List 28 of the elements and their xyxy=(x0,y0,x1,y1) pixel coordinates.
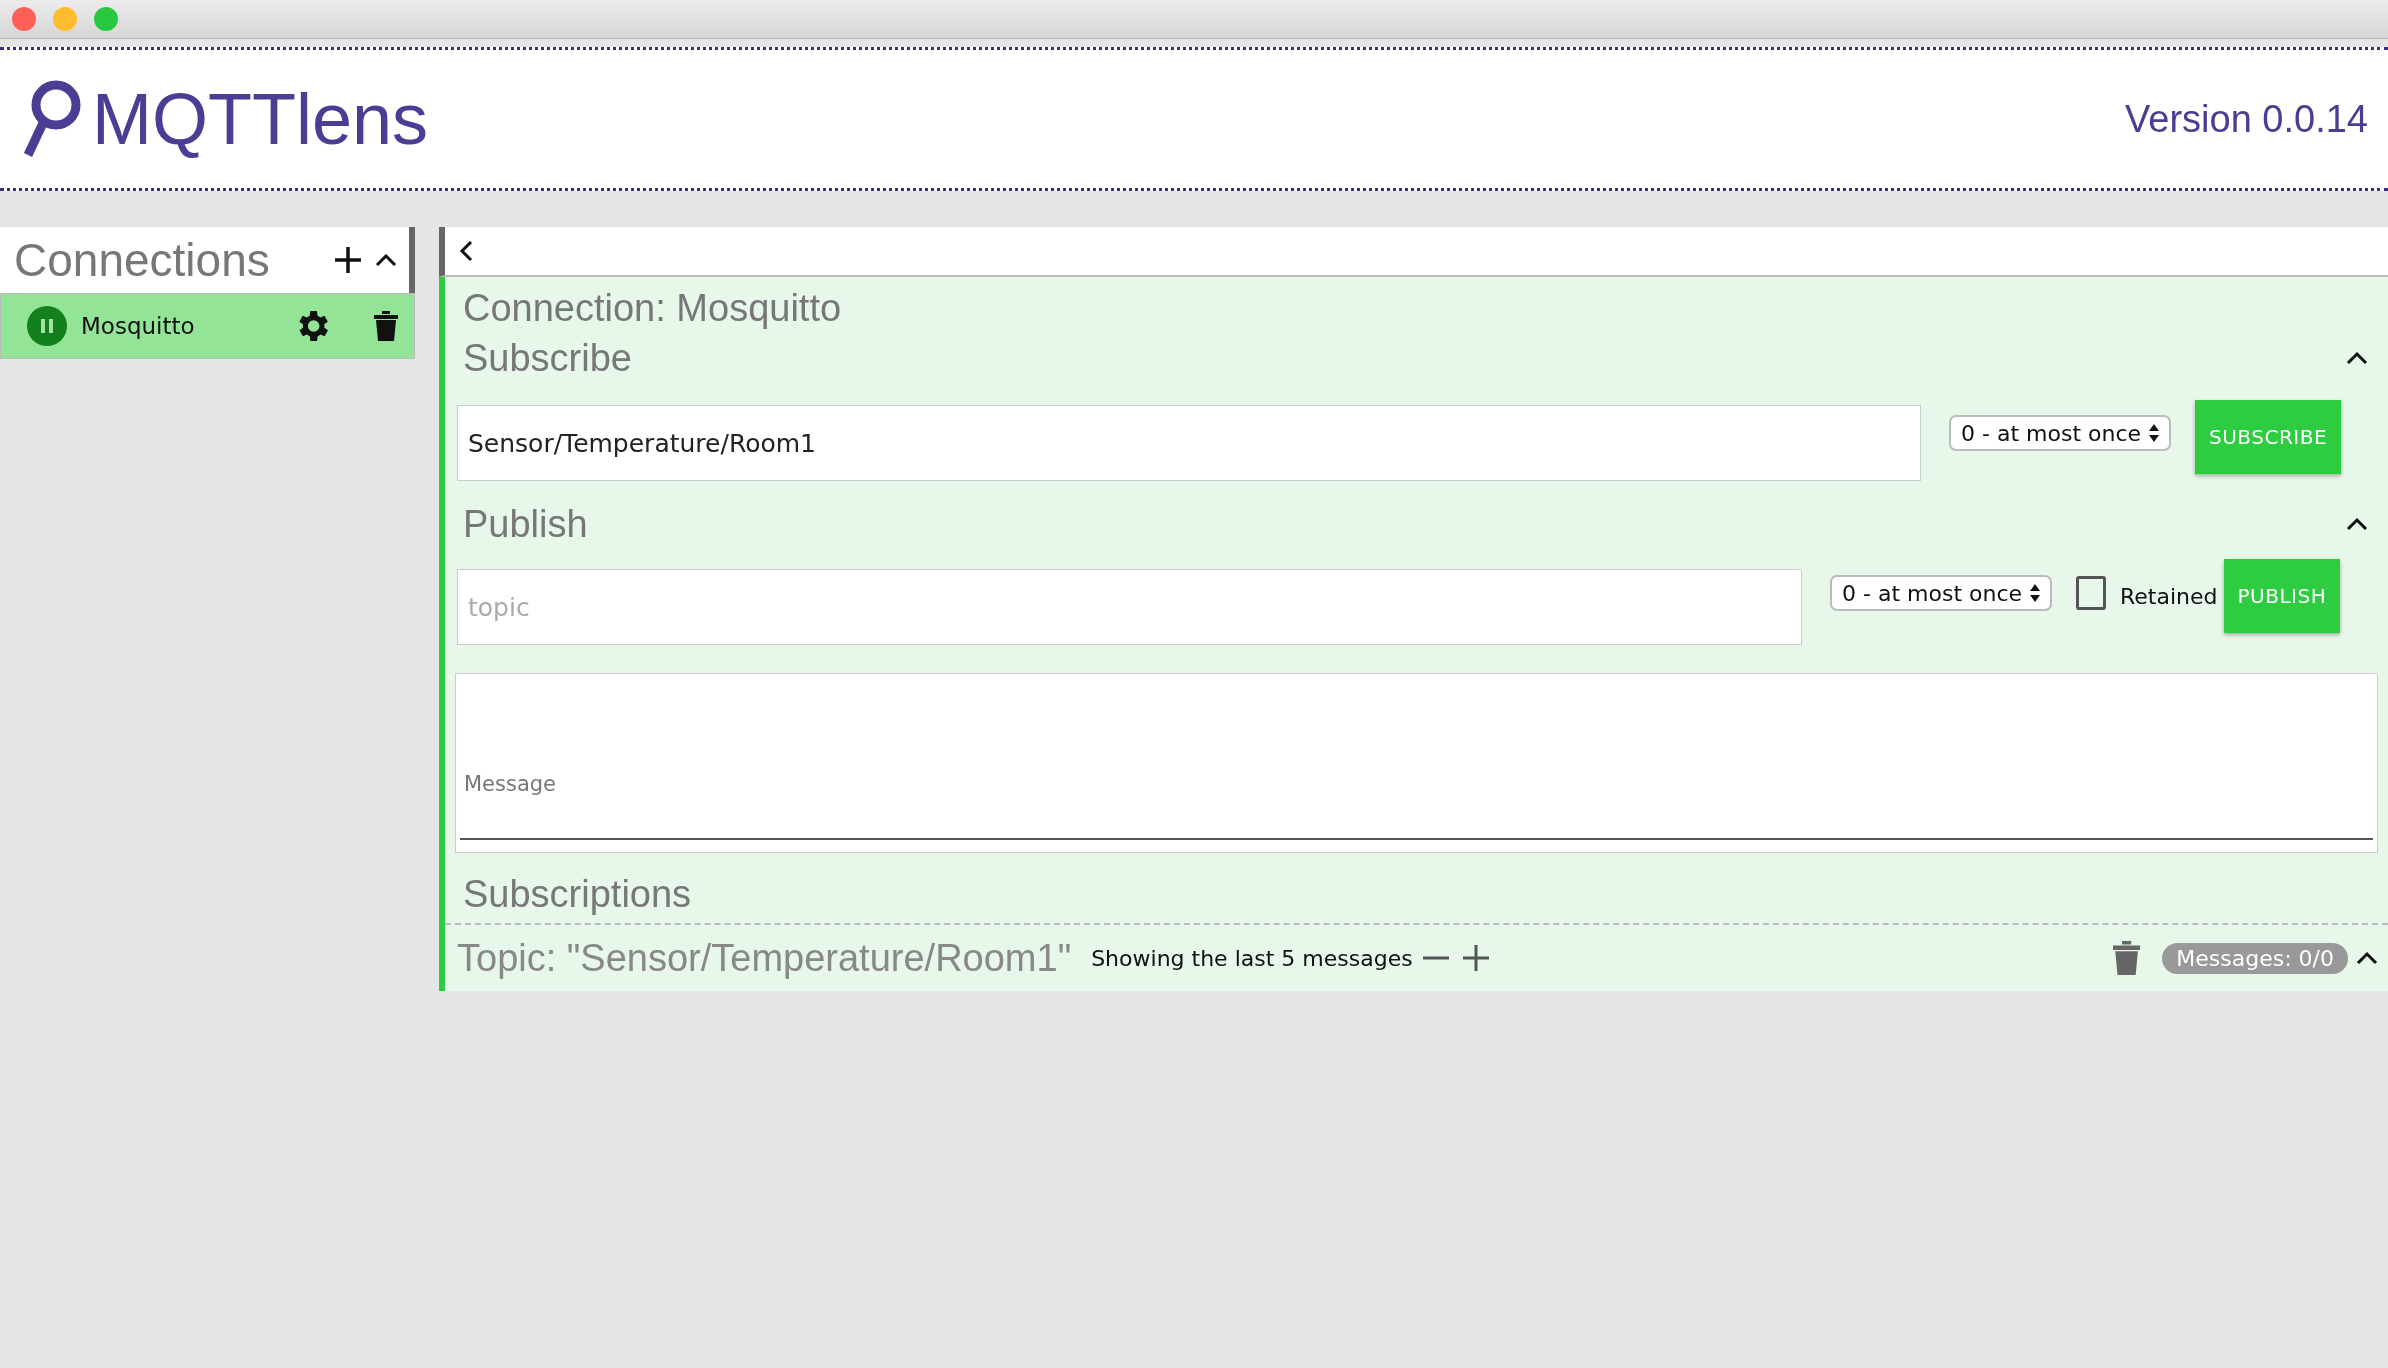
messages-count-badge: Messages: 0/0 xyxy=(2162,942,2348,974)
subscribe-topic-field[interactable]: Sensor/Temperature/Room1 xyxy=(457,405,1921,481)
connections-title: Connections xyxy=(14,233,271,287)
retained-label: Retained xyxy=(2120,583,2218,609)
connection-item[interactable]: Mosquitto xyxy=(0,293,415,359)
back-button[interactable] xyxy=(457,238,475,264)
qos-select[interactable]: 0 - at most once xyxy=(1949,415,2172,451)
up-down-arrows-icon xyxy=(2030,583,2041,603)
publish-topic-field[interactable]: topic xyxy=(457,569,1802,645)
version-label: Version 0.0.14 xyxy=(2125,97,2368,141)
qos-select[interactable]: 0 - at most once xyxy=(1830,575,2053,611)
subscription-topic: Topic: "Sensor/Temperature/Room1" xyxy=(457,936,1072,980)
connection-title: Connection: Mosquitto xyxy=(463,286,842,330)
message-field[interactable]: Message xyxy=(455,673,2378,853)
up-down-arrows-icon xyxy=(2149,423,2160,443)
app-logo: MQTTlens xyxy=(92,78,429,160)
trash-icon xyxy=(2113,941,2141,975)
pause-icon[interactable] xyxy=(27,306,67,346)
add-icon[interactable] xyxy=(1460,943,1491,973)
publish-heading: Publish xyxy=(463,502,588,546)
trash-icon xyxy=(374,311,398,341)
retained-checkbox[interactable] xyxy=(2076,576,2107,610)
add-icon[interactable] xyxy=(333,245,363,275)
delete-button[interactable] xyxy=(2111,939,2143,977)
connection-name: Mosquitto xyxy=(81,313,196,339)
showing-count-text: Showing the last 5 messages xyxy=(1091,945,1413,971)
subscriptions-heading: Subscriptions xyxy=(463,872,692,916)
subscribe-heading: Subscribe xyxy=(463,336,632,380)
